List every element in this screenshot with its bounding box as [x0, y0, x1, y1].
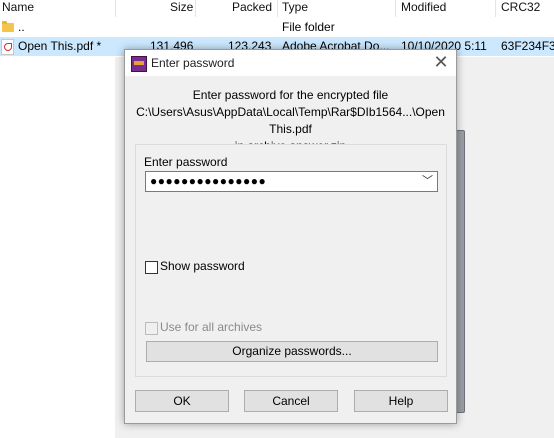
use-for-all-archives-label: Use for all archives [160, 320, 263, 334]
show-password-label[interactable]: Show password [160, 259, 245, 273]
column-separator[interactable] [195, 0, 196, 17]
password-masked-value: ●●●●●●●●●●●●●●● [150, 174, 267, 188]
row-crc32: 63F234F3 [501, 39, 554, 53]
pdf-file-icon [1, 39, 14, 55]
column-separator[interactable] [115, 0, 116, 17]
column-separator[interactable] [277, 0, 278, 17]
column-size[interactable]: Size [170, 0, 193, 17]
row-name: Open This.pdf * [18, 39, 102, 53]
column-crc32[interactable]: CRC32 [501, 0, 540, 17]
folder-icon [2, 21, 14, 32]
cancel-button[interactable]: Cancel [244, 390, 338, 412]
column-separator[interactable] [395, 0, 396, 17]
password-input[interactable]: ●●●●●●●●●●●●●●● ﹀ [145, 171, 438, 192]
column-modified[interactable]: Modified [401, 0, 446, 17]
info-line: Enter password for the encrypted file [192, 88, 389, 102]
organize-passwords-button[interactable]: Organize passwords... [146, 341, 438, 362]
enter-password-dialog: Enter password ✕ Enter password for the … [124, 49, 457, 424]
column-type[interactable]: Type [282, 0, 308, 17]
show-password-checkbox[interactable] [145, 261, 158, 274]
chevron-down-icon[interactable]: ﹀ [422, 172, 433, 190]
winrar-app-icon [131, 56, 147, 72]
dialog-title: Enter password [151, 56, 235, 70]
file-list-header: Name Size Packed Type Modified CRC32 [0, 0, 554, 17]
row-type: File folder [282, 20, 335, 34]
row-name: .. [18, 20, 25, 34]
dialog-titlebar[interactable]: Enter password ✕ [125, 50, 456, 76]
table-row[interactable]: .. File folder [0, 18, 554, 37]
ok-button[interactable]: OK [135, 390, 229, 412]
password-group: Enter password ●●●●●●●●●●●●●●● ﹀ Show pa… [135, 144, 447, 377]
column-separator[interactable] [495, 0, 496, 17]
close-icon[interactable]: ✕ [426, 50, 456, 76]
column-name[interactable]: Name [2, 0, 34, 17]
use-for-all-archives-checkbox[interactable] [145, 322, 158, 335]
password-label: Enter password [144, 155, 228, 169]
info-file-path: C:\Users\Asus\AppData\Local\Temp\Rar$DIb… [136, 105, 445, 136]
help-button[interactable]: Help [354, 390, 448, 412]
column-packed[interactable]: Packed [232, 0, 272, 17]
